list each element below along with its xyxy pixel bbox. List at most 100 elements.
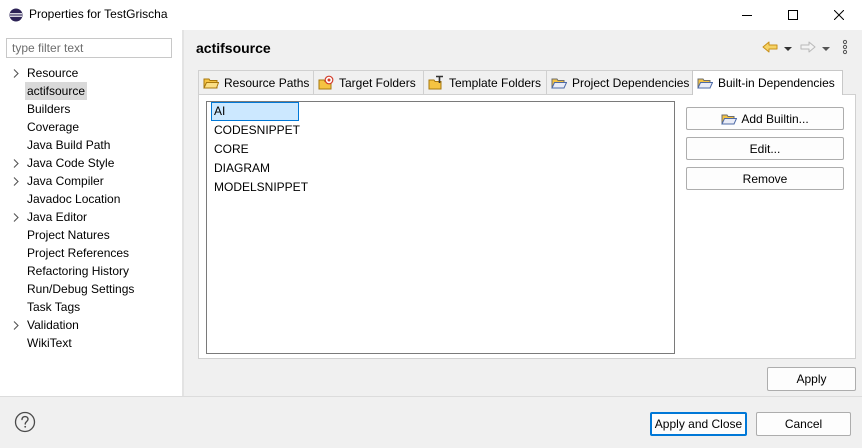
tab-resource-paths[interactable]: Resource Paths [198,70,314,94]
sidebar-item-project-references[interactable]: Project References [0,244,182,262]
view-menu-button[interactable] [842,39,848,58]
back-menu-button[interactable] [784,40,792,56]
builtin-list[interactable]: AI CODESNIPPET CORE DIAGRAM MODELSNIPPET [206,101,675,354]
sidebar-item-javadoc-location[interactable]: Javadoc Location [0,190,182,208]
filter-input[interactable] [6,38,172,58]
sidebar-item-label: Java Editor [27,210,88,224]
help-icon[interactable] [14,411,36,433]
forward-button[interactable] [800,40,816,56]
apply-label: Apply [796,372,827,386]
sidebar-item-java-code-style[interactable]: Java Code Style [0,154,182,172]
chevron-down-icon [822,41,830,55]
tab-template-folders[interactable]: Template Folders [423,70,547,94]
maximize-icon [788,10,798,20]
list-item-label: DIAGRAM [214,161,271,175]
edit-label: Edit... [749,141,781,156]
sidebar-item-run-debug-settings[interactable]: Run/Debug Settings [0,280,182,298]
sidebar-item-java-editor[interactable]: Java Editor [0,208,182,226]
chevron-right-icon[interactable] [11,316,21,334]
list-item[interactable]: MODELSNIPPET [207,178,674,197]
edit-button[interactable]: Edit... [686,137,844,160]
forward-arrow-icon [800,40,816,57]
list-item-label: CORE [214,142,249,156]
target-folder-icon [318,75,334,91]
list-item-label: AI [211,102,299,121]
list-item[interactable]: AI [207,102,674,121]
more-vertical-icon [842,39,848,58]
chevron-down-icon [784,41,792,55]
sidebar-item-actifsource[interactable]: actifsource [0,82,182,100]
tab-label: Template Folders [449,75,542,90]
sidebar-item-label: Resource [27,66,79,80]
sidebar-item-label: actifsource [25,82,88,100]
list-item[interactable]: CORE [207,140,674,159]
title-bar: Properties for TestGrischa [0,0,862,30]
list-item[interactable]: DIAGRAM [207,159,674,178]
folder-open-icon [697,75,713,91]
sidebar-item-wikitext[interactable]: WikiText [0,334,182,352]
apply-button[interactable]: Apply [767,367,856,391]
dialog-footer: Apply and Close Cancel [0,397,862,448]
template-folder-icon [428,75,444,91]
sidebar-item-java-compiler[interactable]: Java Compiler [0,172,182,190]
maximize-button[interactable] [770,0,816,30]
close-button[interactable] [816,0,862,30]
list-item[interactable]: CODESNIPPET [207,121,674,140]
tab-target-folders[interactable]: Target Folders [313,70,424,94]
list-item-label: CODESNIPPET [214,123,301,137]
tab-label: Resource Paths [224,75,310,90]
property-tree: Resource actifsource Builders Coverage Java … [0,64,182,352]
sidebar-item-label: Validation [27,318,79,332]
tab-built-in-dependencies[interactable]: Built-in Dependencies [692,70,843,95]
sidebar-item-validation[interactable]: Validation [0,316,182,334]
tab-label: Target Folders [339,75,416,90]
chevron-right-icon[interactable] [11,208,21,226]
cancel-label: Cancel [784,417,823,431]
sidebar-item-label: Project References [27,246,130,260]
folder-icon [203,75,219,91]
sidebar-item-builders[interactable]: Builders [0,100,182,118]
chevron-right-icon[interactable] [11,154,21,172]
sidebar-item-java-build-path[interactable]: Java Build Path [0,136,182,154]
sidebar-item-label: WikiText [27,336,72,350]
sidebar-item-refactoring-history[interactable]: Refactoring History [0,262,182,280]
apply-and-close-button[interactable]: Apply and Close [650,412,747,436]
tab-strip: Resource Paths Target Folders Template F… [198,70,843,95]
sidebar-item-label: Java Compiler [27,174,104,188]
tab-project-dependencies[interactable]: Project Dependencies [546,70,693,94]
remove-label: Remove [742,171,788,186]
close-icon [834,10,844,20]
property-page: actifsource Resource Paths Target Folder… [184,30,862,396]
sidebar-item-label: Coverage [27,120,80,134]
sidebar-item-label: Java Build Path [27,138,111,152]
folder-open-icon [721,111,738,127]
sidebar-item-label: Java Code Style [27,156,115,170]
sidebar-item-label: Refactoring History [27,264,130,278]
forward-menu-button[interactable] [822,40,830,56]
remove-button[interactable]: Remove [686,167,844,190]
sidebar-item-task-tags[interactable]: Task Tags [0,298,182,316]
window-title: Properties for TestGrischa [29,7,168,21]
minimize-button[interactable] [724,0,770,30]
add-builtin-button[interactable]: Add Builtin... [686,107,844,130]
minimize-icon [742,10,752,20]
cancel-button[interactable]: Cancel [756,412,851,436]
sidebar-item-resource[interactable]: Resource [0,64,182,82]
page-title: actifsource [196,40,271,56]
back-button[interactable] [762,40,778,56]
sidebar-item-coverage[interactable]: Coverage [0,118,182,136]
sidebar-item-label: Task Tags [27,300,81,314]
back-arrow-icon [762,40,778,57]
sidebar-item-project-natures[interactable]: Project Natures [0,226,182,244]
tab-label: Built-in Dependencies [718,76,835,90]
list-item-label: MODELSNIPPET [214,180,309,194]
chevron-right-icon[interactable] [11,172,21,190]
built-in-dependencies-panel: AI CODESNIPPET CORE DIAGRAM MODELSNIPPET Add… [198,94,856,359]
folder-open-icon [551,75,567,91]
sidebar-item-label: Run/Debug Settings [27,282,135,296]
sidebar-item-label: Builders [27,102,71,116]
add-builtin-label: Add Builtin... [741,111,809,126]
sidebar-item-label: Javadoc Location [27,192,121,206]
tab-label: Project Dependencies [572,75,690,90]
chevron-right-icon[interactable] [11,64,21,82]
